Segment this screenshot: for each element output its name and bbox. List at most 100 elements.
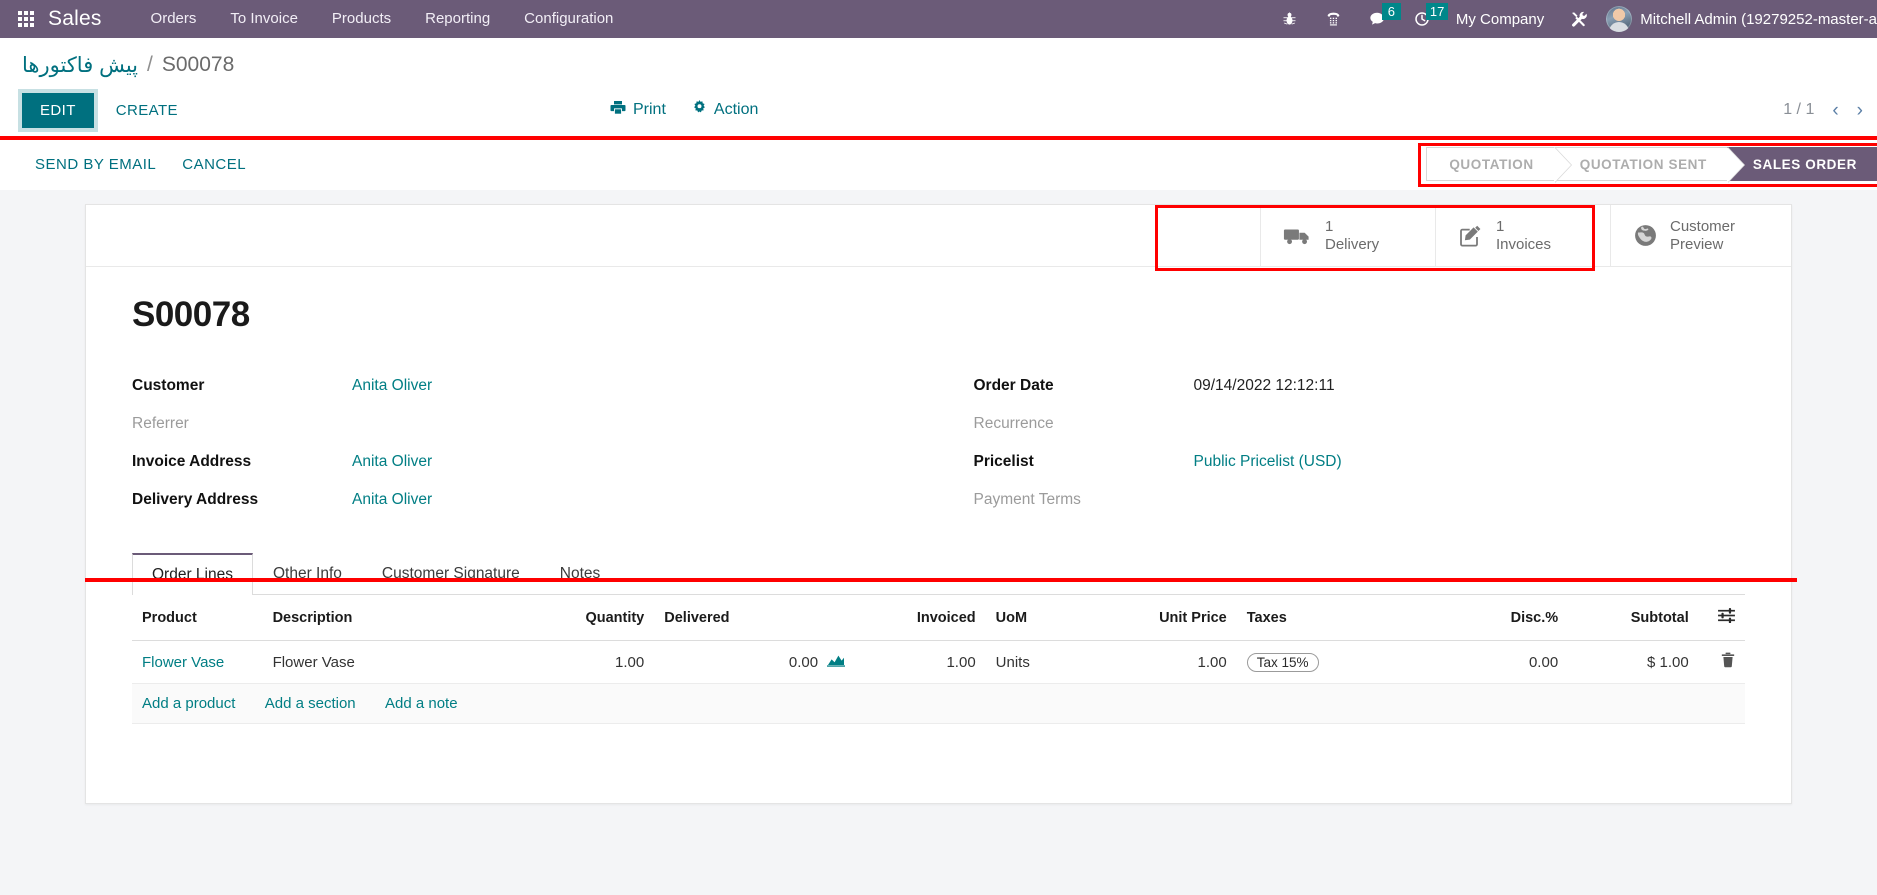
- add-a-section-link[interactable]: Add a section: [265, 695, 356, 712]
- form-group-left: Customer Anita Oliver Referrer Invoice A…: [132, 377, 904, 509]
- cell-delete[interactable]: [1698, 640, 1745, 684]
- app-brand-sales[interactable]: Sales: [48, 7, 102, 31]
- col-unit-price[interactable]: Unit Price: [1116, 595, 1237, 641]
- add-a-note-link[interactable]: Add a note: [385, 695, 458, 712]
- field-label-customer: Customer: [132, 377, 205, 394]
- cell-invoiced[interactable]: 1.00: [855, 640, 986, 684]
- cancel-button[interactable]: CANCEL: [169, 149, 259, 180]
- field-value-order-date[interactable]: 09/14/2022 12:12:11: [1194, 377, 1746, 395]
- stage-quotation-sent[interactable]: QUOTATION SENT: [1553, 147, 1746, 183]
- trash-icon[interactable]: [1721, 652, 1735, 672]
- print-button[interactable]: Print: [610, 100, 666, 120]
- form-sheet-background: 1 Delivery 1 Invoices Customer Preview S…: [0, 190, 1877, 895]
- field-value-pricelist[interactable]: Public Pricelist (USD): [1194, 453, 1746, 471]
- cell-discount[interactable]: 0.00: [1437, 640, 1569, 684]
- field-label-recurrence: Recurrence: [973, 415, 1054, 432]
- cell-delivered[interactable]: 0.00: [654, 640, 856, 684]
- status-pipeline: QUOTATION QUOTATION SENT SALES ORDER: [1426, 147, 1877, 183]
- user-avatar[interactable]: [1606, 6, 1633, 32]
- smart-button-delivery[interactable]: 1 Delivery: [1260, 205, 1435, 266]
- pager-previous-button[interactable]: ‹: [1826, 101, 1844, 120]
- add-row-cell: Add a product Add a section Add a note: [132, 683, 1745, 724]
- menu-orders[interactable]: Orders: [134, 0, 214, 38]
- bug-icon[interactable]: [1268, 0, 1312, 38]
- print-label: Print: [633, 101, 666, 118]
- menu-reporting[interactable]: Reporting: [408, 0, 507, 38]
- cell-quantity[interactable]: 1.00: [513, 640, 655, 684]
- cell-product[interactable]: Flower Vase: [132, 640, 263, 684]
- tab-other-info[interactable]: Other Info: [253, 553, 362, 595]
- breadcrumb: پیش فاکتورها / S00078: [0, 38, 1877, 82]
- smart-button-customer-preview[interactable]: Customer Preview: [1610, 205, 1785, 266]
- col-quantity[interactable]: Quantity: [513, 595, 655, 641]
- add-a-product-link[interactable]: Add a product: [142, 695, 235, 712]
- col-taxes[interactable]: Taxes: [1236, 595, 1438, 641]
- statusbar: SEND BY EMAIL CANCEL QUOTATION QUOTATION…: [0, 136, 1877, 190]
- field-value-invoice-address[interactable]: Anita Oliver: [352, 453, 904, 471]
- tab-order-lines[interactable]: Order Lines: [132, 553, 253, 595]
- action-button[interactable]: Action: [692, 100, 758, 120]
- smart-button-invoices-label: Invoices: [1496, 235, 1552, 253]
- send-by-email-button[interactable]: SEND BY EMAIL: [22, 149, 169, 180]
- stage-sales-order[interactable]: SALES ORDER: [1726, 147, 1877, 181]
- user-menu[interactable]: Mitchell Admin (19279252-master-a: [1640, 11, 1877, 28]
- activities-badge: 17: [1425, 3, 1449, 20]
- menu-products[interactable]: Products: [315, 0, 408, 38]
- sparkline-icon[interactable]: [827, 653, 846, 671]
- sheet-body: S00078 Customer Anita Oliver Referrer In…: [86, 267, 1791, 734]
- create-button[interactable]: CREATE: [102, 94, 192, 127]
- pager-next-button[interactable]: ›: [1851, 101, 1869, 120]
- smart-button-customer-preview-value: Customer: [1670, 217, 1736, 235]
- activities-clock-icon[interactable]: 17: [1400, 0, 1449, 38]
- col-product[interactable]: Product: [132, 595, 263, 641]
- smart-button-delivery-label: Delivery: [1325, 235, 1380, 253]
- action-label: Action: [713, 101, 759, 118]
- phone-icon[interactable]: [1312, 0, 1356, 38]
- edit-button[interactable]: EDIT: [22, 92, 94, 128]
- cell-taxes[interactable]: Tax 15%: [1236, 640, 1438, 684]
- col-subtotal[interactable]: Subtotal: [1568, 595, 1699, 641]
- cell-description[interactable]: Flower Vase: [262, 640, 514, 684]
- col-invoiced[interactable]: Invoiced: [855, 595, 986, 641]
- column-options-icon[interactable]: [1718, 608, 1735, 627]
- company-switcher[interactable]: My Company: [1444, 11, 1556, 28]
- field-label-referrer: Referrer: [132, 415, 189, 432]
- order-lines-table: Product Description Quantity Delivered I…: [132, 595, 1745, 724]
- field-value-customer[interactable]: Anita Oliver: [352, 377, 904, 395]
- col-description[interactable]: Description: [262, 595, 514, 641]
- cell-subtotal[interactable]: $ 1.00: [1568, 640, 1699, 684]
- breadcrumb-separator: /: [147, 53, 153, 76]
- printer-icon: [610, 100, 626, 120]
- table-row[interactable]: Flower Vase Flower Vase 1.00 0.00 1.00 U…: [132, 640, 1745, 684]
- tab-notes[interactable]: Notes: [540, 553, 621, 595]
- smart-button-invoices[interactable]: 1 Invoices: [1435, 205, 1610, 266]
- field-label-order-date: Order Date: [973, 377, 1054, 394]
- col-disc[interactable]: Disc.%: [1437, 595, 1569, 641]
- field-label-delivery-address: Delivery Address: [132, 491, 259, 508]
- notebook-tabs: Order Lines Other Info Customer Signatur…: [132, 553, 1745, 595]
- cell-unit-price[interactable]: 1.00: [1116, 640, 1237, 684]
- order-lines-body: Flower Vase Flower Vase 1.00 0.00 1.00 U…: [132, 640, 1745, 724]
- field-label-pricelist: Pricelist: [973, 453, 1034, 470]
- stage-quotation[interactable]: QUOTATION: [1426, 147, 1573, 183]
- col-uom[interactable]: UoM: [985, 595, 1117, 641]
- wrench-screwdriver-icon[interactable]: [1556, 0, 1600, 38]
- smart-button-delivery-value: 1: [1325, 217, 1334, 235]
- control-panel-actions: Print Action: [610, 100, 758, 120]
- field-label-payment-terms: Payment Terms: [973, 491, 1081, 508]
- col-options[interactable]: [1698, 595, 1745, 641]
- apps-grid-icon[interactable]: [18, 11, 34, 27]
- field-value-delivery-address[interactable]: Anita Oliver: [352, 491, 904, 509]
- smart-button-customer-preview-label: Preview: [1670, 235, 1724, 253]
- page-title: S00078: [132, 295, 250, 334]
- product-link[interactable]: Flower Vase: [142, 654, 224, 671]
- menu-to-invoice[interactable]: To Invoice: [213, 0, 315, 38]
- col-delivered[interactable]: Delivered: [654, 595, 856, 641]
- breadcrumb-parent[interactable]: پیش فاکتورها: [22, 53, 138, 78]
- menu-configuration[interactable]: Configuration: [507, 0, 630, 38]
- top-navbar: Sales Orders To Invoice Products Reporti…: [0, 0, 1877, 38]
- cell-uom[interactable]: Units: [985, 640, 1117, 684]
- messages-icon[interactable]: 6: [1356, 0, 1401, 38]
- add-row: Add a product Add a section Add a note: [132, 683, 1745, 724]
- tab-customer-signature[interactable]: Customer Signature: [362, 553, 540, 595]
